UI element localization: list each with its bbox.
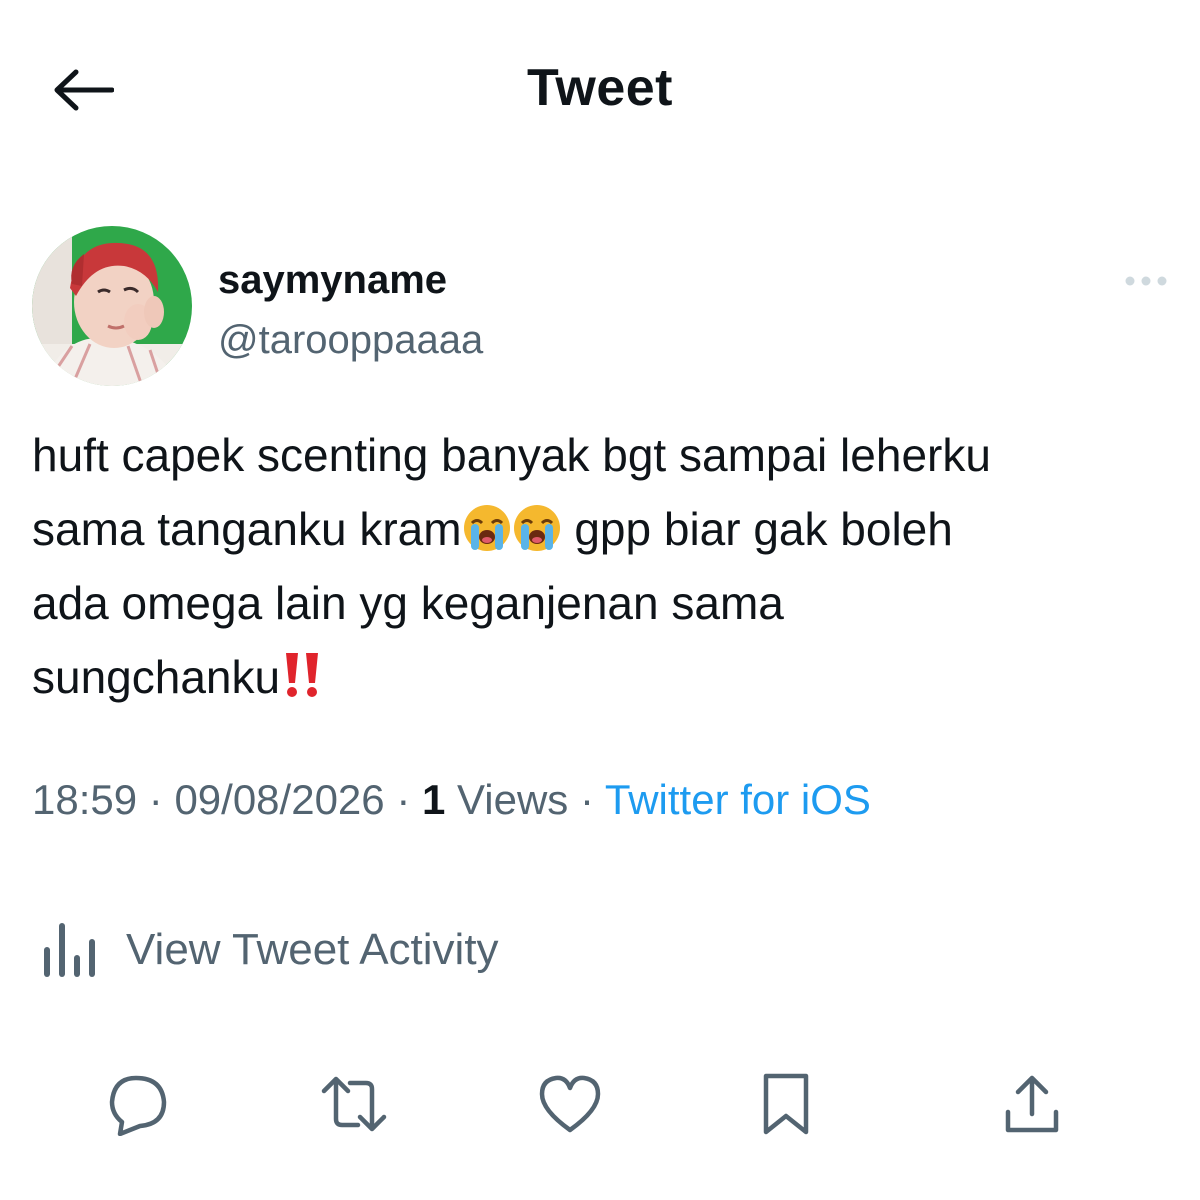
retweet-icon bbox=[321, 1076, 387, 1132]
heart-icon bbox=[539, 1075, 601, 1133]
tweet-text-line: ada omega lain yg keganjenan sama bbox=[32, 577, 784, 629]
avatar[interactable] bbox=[32, 226, 192, 386]
views-label: Views bbox=[445, 776, 569, 823]
bookmark-button[interactable] bbox=[752, 1070, 820, 1138]
share-icon bbox=[1005, 1075, 1059, 1133]
analytics-icon bbox=[44, 923, 95, 977]
tweet-author: saymyname @tarooppaaaa bbox=[32, 226, 1172, 388]
tweet-text-line: sama tanganku kram gpp biar gak boleh bbox=[32, 503, 953, 555]
tweet-actions bbox=[0, 1070, 1200, 1138]
double-exclamation-icon bbox=[286, 653, 319, 697]
loudly-crying-face-icon bbox=[463, 505, 510, 551]
display-name[interactable]: saymyname bbox=[218, 258, 447, 303]
user-handle[interactable]: @tarooppaaaa bbox=[218, 318, 483, 363]
meta-separator: · bbox=[568, 776, 605, 823]
reply-icon bbox=[109, 1075, 167, 1136]
views-count: 1 bbox=[421, 776, 446, 823]
tweet-text: huft capek scenting banyak bgt sampai le… bbox=[32, 418, 1172, 714]
tweet-date[interactable]: 09/08/2026 bbox=[174, 776, 384, 823]
meta-separator: · bbox=[384, 776, 422, 823]
tweet-meta: 18:59 · 09/08/2026 · 1 Views · Twitter f… bbox=[32, 776, 871, 824]
tweet-time[interactable]: 18:59 bbox=[32, 776, 137, 823]
tweet-text-segment: gpp biar gak boleh bbox=[561, 503, 953, 555]
more-button[interactable] bbox=[1120, 264, 1172, 298]
reply-button[interactable] bbox=[104, 1070, 172, 1138]
tweet-text-line: huft capek scenting banyak bgt sampai le… bbox=[32, 429, 991, 481]
tweet-text-segment: sama tanganku kram bbox=[32, 503, 462, 555]
top-bar: Tweet bbox=[0, 0, 1200, 180]
loudly-crying-face-icon bbox=[513, 505, 560, 551]
retweet-button[interactable] bbox=[320, 1070, 388, 1138]
avatar-photo bbox=[32, 226, 192, 386]
meta-separator: · bbox=[137, 776, 175, 823]
share-button[interactable] bbox=[998, 1070, 1066, 1138]
tweet-text-line: sungchanku bbox=[32, 651, 326, 703]
more-horizontal-icon bbox=[1125, 276, 1167, 286]
like-button[interactable] bbox=[536, 1070, 604, 1138]
view-tweet-activity-button[interactable]: View Tweet Activity bbox=[42, 920, 499, 980]
page-title: Tweet bbox=[526, 59, 673, 117]
tweet-source-link[interactable]: Twitter for iOS bbox=[605, 776, 871, 823]
tweet-text-segment: sungchanku bbox=[32, 651, 281, 703]
view-tweet-activity-label: View Tweet Activity bbox=[126, 925, 499, 974]
bookmark-icon bbox=[763, 1073, 809, 1135]
